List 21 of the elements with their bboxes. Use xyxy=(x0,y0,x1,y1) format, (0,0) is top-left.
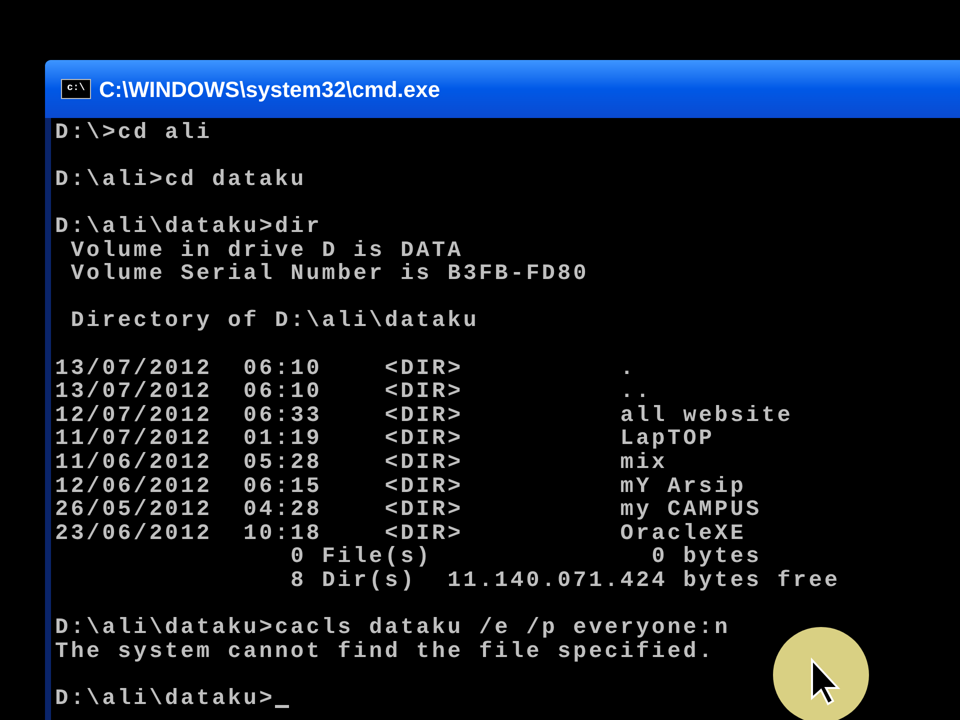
console-line: Directory of D:\ali\dataku xyxy=(70,309,479,332)
console-line: The system cannot find the file specified. xyxy=(55,640,714,663)
console-line: 12/07/2012 06:33 <DIR> all website xyxy=(55,404,794,427)
console-line: 13/07/2012 06:10 <DIR> .. xyxy=(55,380,652,404)
console-line: 11/07/2012 01:19 <DIR> LapTOP xyxy=(55,427,714,450)
console-line: D:\ali\dataku>dir xyxy=(55,214,322,238)
console-line: 8 Dir(s) 11.140.071.424 bytes free xyxy=(290,568,840,592)
console-line: 12/06/2012 06:15 <DIR> mY Arsip xyxy=(55,474,746,498)
console-line: D:\ali\dataku> xyxy=(55,686,275,710)
console-line: D:\ali\dataku>cacls dataku /e /p everyone:n xyxy=(55,616,730,640)
console-line: D:\>cd ali xyxy=(55,120,212,144)
console-line: 11/06/2012 05:28 <DIR> mix xyxy=(55,450,668,474)
console-line: Volume Serial Number is B3FB-FD80 xyxy=(70,262,589,286)
console-line: D:\ali>cd dataku xyxy=(55,168,306,191)
console-line: Volume in drive D is DATA xyxy=(70,238,464,262)
window-title: C:\WINDOWS\system32\cmd.exe xyxy=(99,76,440,104)
console-line: 0 File(s) 0 bytes xyxy=(290,545,762,568)
console-line: 13/07/2012 06:10 <DIR> . xyxy=(55,356,636,380)
console-line: 23/06/2012 10:18 <DIR> OracleXE xyxy=(55,522,746,545)
console-icon: c:\ xyxy=(61,79,91,99)
console-line: 26/05/2012 04:28 <DIR> my CAMPUS xyxy=(55,498,762,522)
